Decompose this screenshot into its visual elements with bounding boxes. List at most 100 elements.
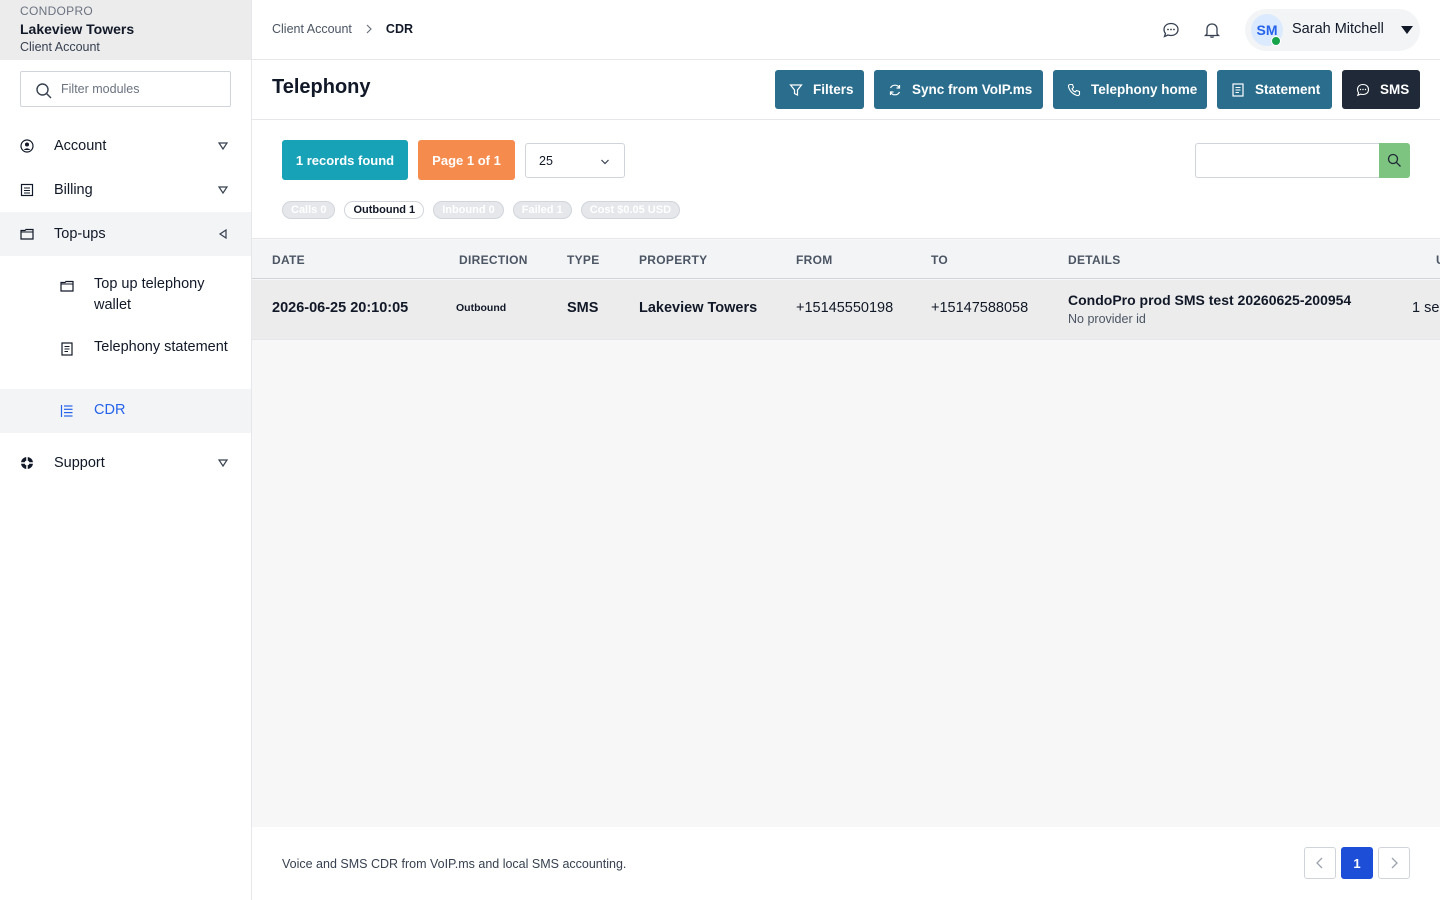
brand-block: CONDOPRO Lakeview Towers Client Account [0, 0, 251, 60]
chat-icon[interactable] [1162, 21, 1180, 39]
column-header-direction[interactable]: DIRECTION [459, 253, 528, 267]
sms-button-label: SMS [1380, 82, 1410, 97]
table-row[interactable]: 2026-06-25 20:10:05 Outbound SMS Lakevie… [252, 280, 1440, 340]
filter-modules-field[interactable] [20, 71, 231, 107]
cell-details-sub: No provider id [1068, 312, 1146, 326]
table-header: DATE DIRECTION TYPE PROPERTY FROM TO DET… [252, 240, 1440, 279]
column-header-details[interactable]: DETAILS [1068, 253, 1121, 267]
cell-to: +15147588058 [931, 300, 1029, 316]
sync-voipms-button[interactable]: Sync from VoIP.ms [874, 70, 1043, 109]
lifebuoy-icon [21, 457, 33, 469]
online-status-indicator [1271, 36, 1281, 46]
user-circle-icon [20, 139, 34, 153]
chip-calls[interactable]: Calls 0 [282, 201, 336, 219]
breadcrumb-parent[interactable]: Client Account [272, 22, 352, 36]
breadcrumb: Client Account CDR [272, 22, 413, 36]
user-menu[interactable]: SM Sarah Mitchell [1245, 9, 1420, 51]
chip-failed[interactable]: Failed 1 [512, 201, 572, 219]
caret-left-icon [218, 228, 227, 240]
top-bar: Client Account CDR SM Sarah Mitchell [252, 0, 1440, 60]
column-header-from[interactable]: FROM [796, 253, 833, 267]
summary-chips: Calls 0 Outbound 1 Inbound 0 Failed 1 Co… [282, 201, 681, 219]
sidebar-subitem-cdr[interactable]: CDR [0, 389, 251, 433]
filters-button[interactable]: Filters [775, 70, 864, 109]
telephony-home-button[interactable]: Telephony home [1053, 70, 1207, 109]
sidebar-item-label: Account [54, 138, 107, 154]
filter-modules-input[interactable] [61, 72, 226, 106]
statement-button-label: Statement [1255, 82, 1321, 97]
page-title: Telephony [272, 76, 371, 98]
table-search-field[interactable] [1195, 143, 1379, 178]
cell-from: +15145550198 [796, 300, 894, 316]
user-name: Sarah Mitchell [1292, 21, 1384, 37]
sidebar-subitem-label: Top up telephony wallet [94, 276, 205, 313]
document-icon [61, 342, 73, 356]
cell-usage: 1 seg [1412, 300, 1440, 316]
receipt-icon [20, 183, 34, 197]
chevron-left-icon [1316, 857, 1323, 869]
chip-inbound[interactable]: Inbound 0 [433, 201, 504, 219]
folder-icon [60, 280, 74, 292]
brand-account-type: Client Account [20, 40, 100, 54]
brand-property-name: Lakeview Towers [20, 21, 135, 37]
direction-badge: Outbound [456, 302, 507, 314]
search-icon [36, 83, 52, 99]
caret-down-icon [217, 142, 229, 151]
bell-icon[interactable] [1203, 21, 1221, 39]
sidebar-subitem-label: Telephony statement [94, 339, 228, 355]
sms-button[interactable]: SMS [1342, 70, 1420, 109]
sidebar-subitem-topup-wallet[interactable]: Top up telephony wallet [0, 256, 251, 319]
page-number-button[interactable]: 1 [1341, 847, 1373, 879]
sidebar-subitem-telephony-statement[interactable]: Telephony statement [0, 319, 251, 389]
chevron-down-icon [601, 159, 609, 165]
chip-outbound[interactable]: Outbound 1 [344, 201, 425, 219]
cell-date: 2026-06-25 20:10:05 [272, 300, 409, 316]
search-icon [1387, 153, 1401, 167]
footer-note: Voice and SMS CDR from VoIP.ms and local… [282, 857, 627, 871]
column-header-to[interactable]: TO [931, 253, 948, 267]
brand-product: CONDOPRO [20, 4, 94, 18]
chevron-right-icon [366, 24, 372, 34]
column-header-date[interactable]: DATE [272, 253, 305, 267]
caret-down-icon [217, 459, 229, 468]
per-page-select[interactable]: 25 [525, 143, 625, 178]
column-header-type[interactable]: TYPE [567, 253, 600, 267]
per-page-value: 25 [539, 154, 553, 168]
page-indicator-badge: Page 1 of 1 [418, 140, 515, 180]
records-found-badge: 1 records found [282, 140, 408, 180]
list-icon [60, 405, 73, 417]
sidebar-item-account[interactable]: Account [0, 124, 251, 168]
chat-icon [1356, 83, 1370, 96]
sync-button-label: Sync from VoIP.ms [912, 82, 1033, 97]
refresh-icon [889, 84, 901, 95]
table-search-input[interactable] [1196, 144, 1379, 177]
caret-down-icon [217, 186, 229, 195]
chevron-right-icon [1391, 857, 1398, 869]
next-page-button[interactable] [1378, 847, 1410, 879]
sidebar-item-billing[interactable]: Billing [0, 168, 251, 212]
sidebar-item-support[interactable]: Support [0, 441, 251, 485]
telephony-home-label: Telephony home [1091, 82, 1198, 97]
cell-type: SMS [567, 300, 599, 316]
prev-page-button[interactable] [1304, 847, 1336, 879]
folder-icon [20, 228, 34, 240]
sidebar-item-label: Billing [54, 182, 93, 198]
search-button[interactable] [1379, 143, 1410, 178]
statement-button[interactable]: Statement [1217, 70, 1332, 109]
column-header-usage[interactable]: U [1436, 253, 1440, 267]
column-header-property[interactable]: PROPERTY [639, 253, 707, 267]
filters-button-label: Filters [813, 82, 854, 97]
sidebar-item-topups[interactable]: Top-ups [0, 212, 251, 256]
sidebar-subitem-label: CDR [94, 402, 126, 418]
caret-down-icon [1401, 26, 1413, 34]
chip-cost[interactable]: Cost $0.05 USD [580, 201, 681, 219]
cdr-content: 1 records found Page 1 of 1 25 Calls 0 O… [252, 121, 1440, 827]
results-toolbar: 1 records found Page 1 of 1 25 Calls 0 O… [252, 121, 1440, 239]
sidebar-item-label: Top-ups [54, 226, 106, 242]
page-header: Telephony Filters Sync from VoIP.ms Tele… [252, 60, 1440, 120]
document-icon [1232, 82, 1244, 97]
sidebar-item-label: Support [54, 455, 105, 471]
cell-details: CondoPro prod SMS test 20260625-200954 [1068, 292, 1352, 308]
filter-icon [789, 83, 803, 96]
page-footer: Voice and SMS CDR from VoIP.ms and local… [252, 827, 1440, 900]
